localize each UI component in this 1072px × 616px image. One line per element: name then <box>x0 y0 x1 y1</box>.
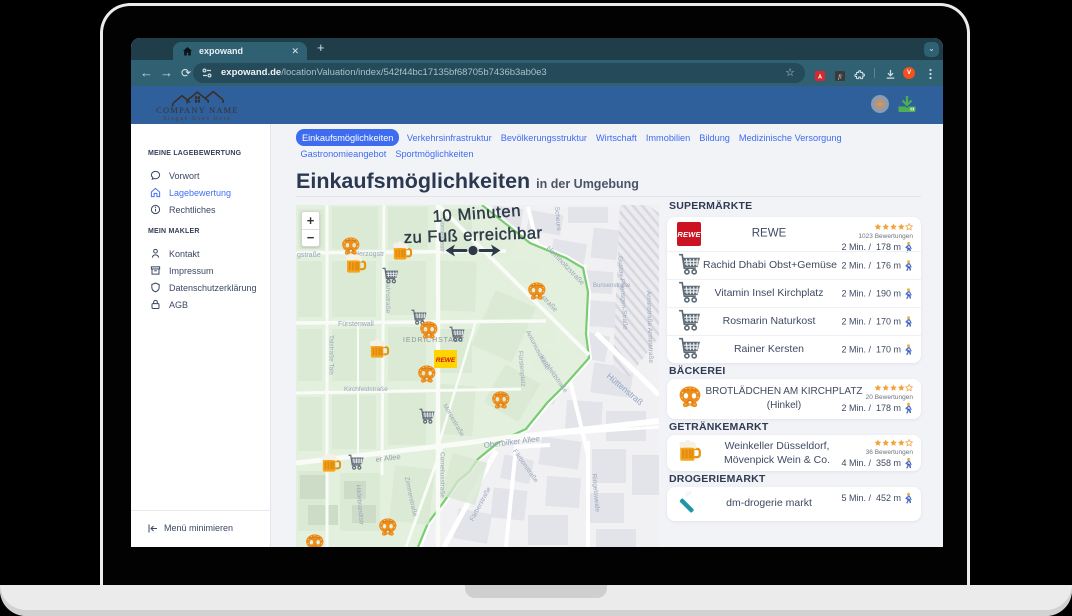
svg-text:Fürstenwall: Fürstenwall <box>338 321 374 328</box>
svg-text:Corneliusstraße: Corneliusstraße <box>439 452 446 498</box>
svg-text:REWE: REWE <box>436 357 456 364</box>
svg-text:COMPANY NAME: COMPANY NAME <box>156 105 239 115</box>
svg-text:gstraße: gstraße <box>297 252 321 259</box>
svg-text:Jahnstraße: Jahnstraße <box>384 281 391 314</box>
svg-text:Kirchfeldstraße: Kirchfeldstraße <box>344 386 388 393</box>
svg-text:fi: fi <box>838 73 842 80</box>
svg-text:Slogan Goes Here: Slogan Goes Here <box>163 116 231 122</box>
svg-text:Talstraße Tals: Talstraße Tals <box>328 335 335 376</box>
